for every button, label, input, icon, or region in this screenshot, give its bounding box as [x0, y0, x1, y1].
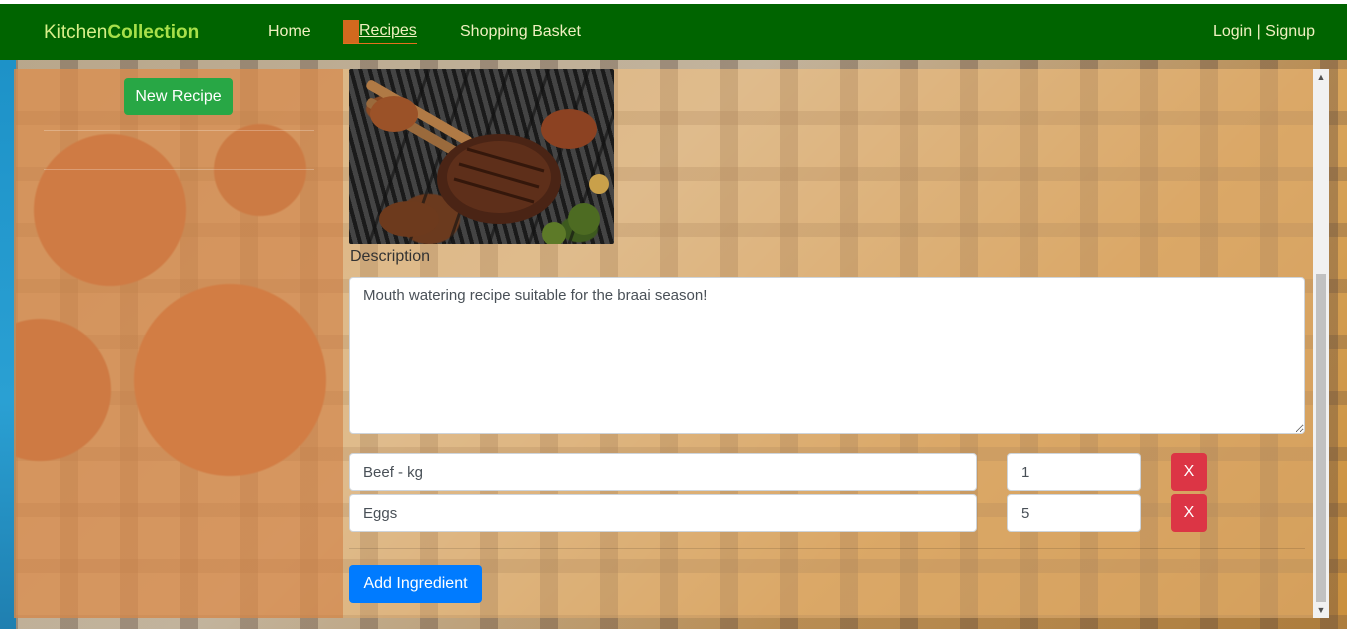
brand-text-strong: Collection — [107, 22, 200, 43]
ingredient-amount-input[interactable] — [1007, 453, 1141, 491]
description-label: Description — [350, 248, 431, 265]
delete-ingredient-button[interactable]: X — [1171, 494, 1207, 532]
scrollbar-thumb[interactable] — [1316, 274, 1326, 602]
ingredient-amount-input[interactable] — [1007, 494, 1141, 532]
sidebar-divider — [44, 130, 314, 131]
section-divider — [349, 548, 1305, 549]
nav-shopping-basket-link[interactable]: Shopping Basket — [460, 23, 581, 41]
nav-home-link[interactable]: Home — [268, 23, 311, 41]
brand-text-light: Kitchen — [44, 22, 108, 43]
grilled-steak-icon — [366, 69, 614, 244]
recipe-sidebar — [14, 69, 343, 618]
scroll-down-arrow-icon[interactable]: ▼ — [1313, 602, 1329, 618]
new-recipe-button[interactable]: New Recipe — [124, 78, 233, 115]
add-ingredient-button[interactable]: Add Ingredient — [349, 565, 482, 603]
scroll-up-arrow-icon[interactable]: ▲ — [1313, 69, 1329, 85]
description-textarea[interactable]: Mouth watering recipe suitable for the b… — [349, 277, 1305, 434]
top-navbar: KitchenCollection Home Recipes Shopping … — [0, 4, 1347, 60]
nav-login-signup-link[interactable]: Login | Signup — [1213, 23, 1315, 41]
delete-ingredient-button[interactable]: X — [1171, 453, 1207, 491]
ingredient-name-input[interactable] — [349, 494, 977, 532]
nav-recipes-link[interactable]: Recipes — [343, 20, 417, 44]
recipe-image — [349, 69, 614, 244]
ingredient-name-input[interactable] — [349, 453, 977, 491]
sidebar-divider — [44, 169, 314, 170]
brand-logo[interactable]: KitchenCollection — [44, 22, 199, 44]
